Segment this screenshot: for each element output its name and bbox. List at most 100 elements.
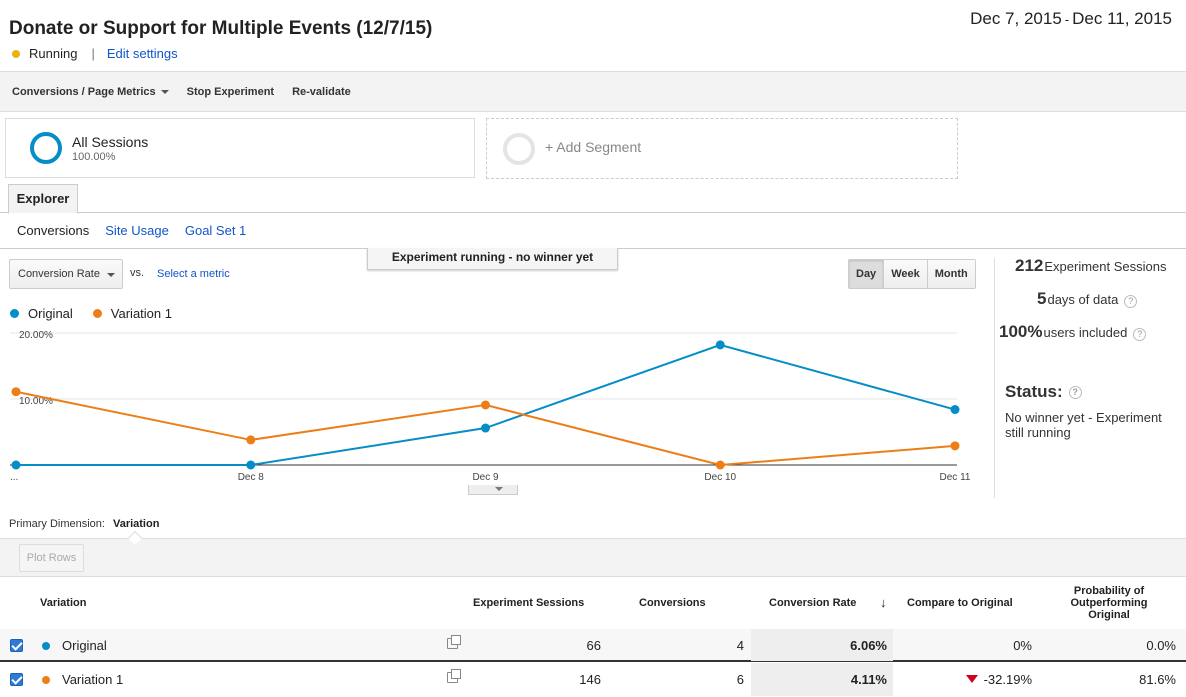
column-header-conversion-rate[interactable]: Conversion Rate [769, 597, 856, 609]
add-segment-button[interactable]: + Add Segment [486, 118, 958, 179]
date-range[interactable]: Dec 7, 2015- Dec 11, 2015 [970, 9, 1172, 29]
period-week-button[interactable]: Week [884, 260, 928, 288]
data-point [715, 460, 725, 470]
table-row: Original 66 4 6.06% 0% 0.0% [0, 629, 1186, 662]
primary-dimension-value[interactable]: Variation [113, 518, 159, 530]
data-point [246, 460, 256, 470]
stat-days-label: days of data [1047, 292, 1119, 307]
tab-explorer[interactable]: Explorer [8, 184, 78, 214]
cell-conversions: 4 [736, 638, 744, 653]
status-description: No winner yet - Experiment still running [1005, 410, 1162, 440]
running-status-icon [12, 49, 20, 58]
chart-legend: Original Variation 1 [10, 306, 192, 321]
x-tick-label: Dec 10 [704, 472, 736, 483]
metrics-menu-label: Conversions / Page Metrics [12, 85, 156, 98]
segment-ring-icon [30, 132, 62, 164]
chevron-down-icon [495, 487, 503, 491]
stat-sessions-label: Experiment Sessions [1044, 259, 1167, 274]
chevron-down-icon [160, 89, 169, 94]
header-line: Outperforming [1070, 597, 1148, 609]
cell-sessions: 66 [586, 638, 601, 653]
stat-users-label: users included [1043, 325, 1128, 340]
stat-sessions: 212 Experiment Sessions [1015, 256, 1167, 276]
down-arrow-icon [965, 675, 978, 683]
stat-users-value: 100% [999, 322, 1043, 341]
primary-dimension: Primary Dimension: Variation [9, 518, 159, 530]
data-point [950, 405, 960, 415]
open-variation-icon[interactable] [447, 635, 461, 649]
subtab-conversions[interactable]: Conversions [17, 223, 89, 238]
stat-users: 100% users included ? [999, 322, 1147, 342]
column-header-probability[interactable]: Probability of Outperforming Original [1052, 585, 1166, 621]
help-icon[interactable]: ? [1133, 328, 1147, 341]
cell-compare: -32.19% [900, 663, 1032, 696]
cell-probability: 0.0% [1146, 638, 1176, 653]
status-heading-text: Status: [1005, 382, 1063, 401]
legend-item-original: Original [10, 306, 73, 321]
toolbar: Conversions / Page Metrics Stop Experime… [0, 71, 1186, 112]
chevron-down-icon [107, 273, 115, 277]
divider [994, 258, 995, 498]
plot-rows-button[interactable]: Plot Rows [19, 544, 84, 572]
primary-dimension-label: Primary Dimension: [9, 518, 105, 530]
series-dot-icon [42, 642, 50, 650]
series-dot-icon [42, 676, 50, 684]
metrics-menu-button[interactable]: Conversions / Page Metrics [12, 86, 169, 98]
cell-variation: Variation 1 [62, 672, 124, 687]
data-point [11, 460, 21, 470]
x-tick-label: Dec 8 [238, 472, 265, 483]
empty-segment-ring-icon [503, 133, 535, 165]
help-icon[interactable]: ? [1124, 295, 1138, 308]
subtab-goal-set-1[interactable]: Goal Set 1 [185, 223, 246, 238]
segment-name: All Sessions [72, 134, 149, 150]
chart-collapse-handle[interactable] [468, 485, 518, 495]
date-separator: - [1064, 12, 1070, 27]
data-point [11, 387, 21, 397]
period-day-button[interactable]: Day [849, 260, 885, 288]
page-title: Donate or Support for Multiple Events (1… [9, 18, 433, 39]
column-header-conversions[interactable]: Conversions [639, 597, 706, 609]
period-month-button[interactable]: Month [927, 260, 975, 288]
data-point [481, 400, 490, 410]
cell-sessions: 146 [579, 672, 601, 687]
cell-compare-value: -32.19% [983, 672, 1032, 687]
add-segment-label: + Add Segment [545, 139, 642, 155]
segment-all-sessions[interactable]: All Sessions 100.00% [5, 118, 475, 178]
status-heading: Status: ? [1005, 382, 1082, 402]
help-icon[interactable]: ? [1068, 385, 1082, 399]
tab-strip [0, 183, 1186, 213]
data-point [950, 441, 960, 451]
x-tick-label: Dec 11 [940, 472, 971, 483]
column-header-sessions[interactable]: Experiment Sessions [473, 597, 584, 609]
header-line: Original [1088, 609, 1130, 621]
cell-probability: 81.6% [1139, 672, 1176, 687]
period-toggle: Day Week Month [848, 259, 976, 289]
header-line: Probability of [1073, 585, 1145, 597]
data-point [246, 435, 256, 445]
x-tick-label: Dec 9 [472, 472, 499, 483]
sort-down-arrow-icon[interactable]: ↓ [880, 595, 887, 610]
row-checkbox[interactable] [10, 639, 23, 652]
row-checkbox[interactable] [10, 673, 23, 686]
column-header-variation[interactable]: Variation [40, 597, 86, 609]
table-header: Variation Experiment Sessions Conversion… [0, 577, 1186, 630]
stat-sessions-value: 212 [1015, 256, 1044, 275]
legend-dot-icon [10, 309, 19, 318]
data-point [481, 423, 490, 433]
experiment-status-banner: Experiment running - no winner yet [367, 248, 618, 270]
cell-conversions: 6 [736, 672, 744, 687]
row-divider [0, 661, 1186, 662]
status-text: Running [29, 46, 78, 61]
metric-select[interactable]: Conversion Rate [9, 259, 123, 289]
revalidate-button[interactable]: Re-validate [292, 86, 351, 98]
legend-dot-icon [92, 309, 102, 318]
cell-variation: Original [62, 638, 107, 653]
edit-settings-link[interactable]: Edit settings [107, 46, 178, 61]
cell-compare: 0% [1013, 638, 1032, 653]
stop-experiment-button[interactable]: Stop Experiment [187, 86, 274, 98]
select-metric-link[interactable]: Select a metric [157, 268, 230, 280]
open-variation-icon[interactable] [447, 669, 461, 683]
column-header-compare[interactable]: Compare to Original [907, 597, 1013, 609]
subtabs: Conversions Site Usage Goal Set 1 [17, 223, 262, 238]
subtab-site-usage[interactable]: Site Usage [105, 223, 169, 238]
